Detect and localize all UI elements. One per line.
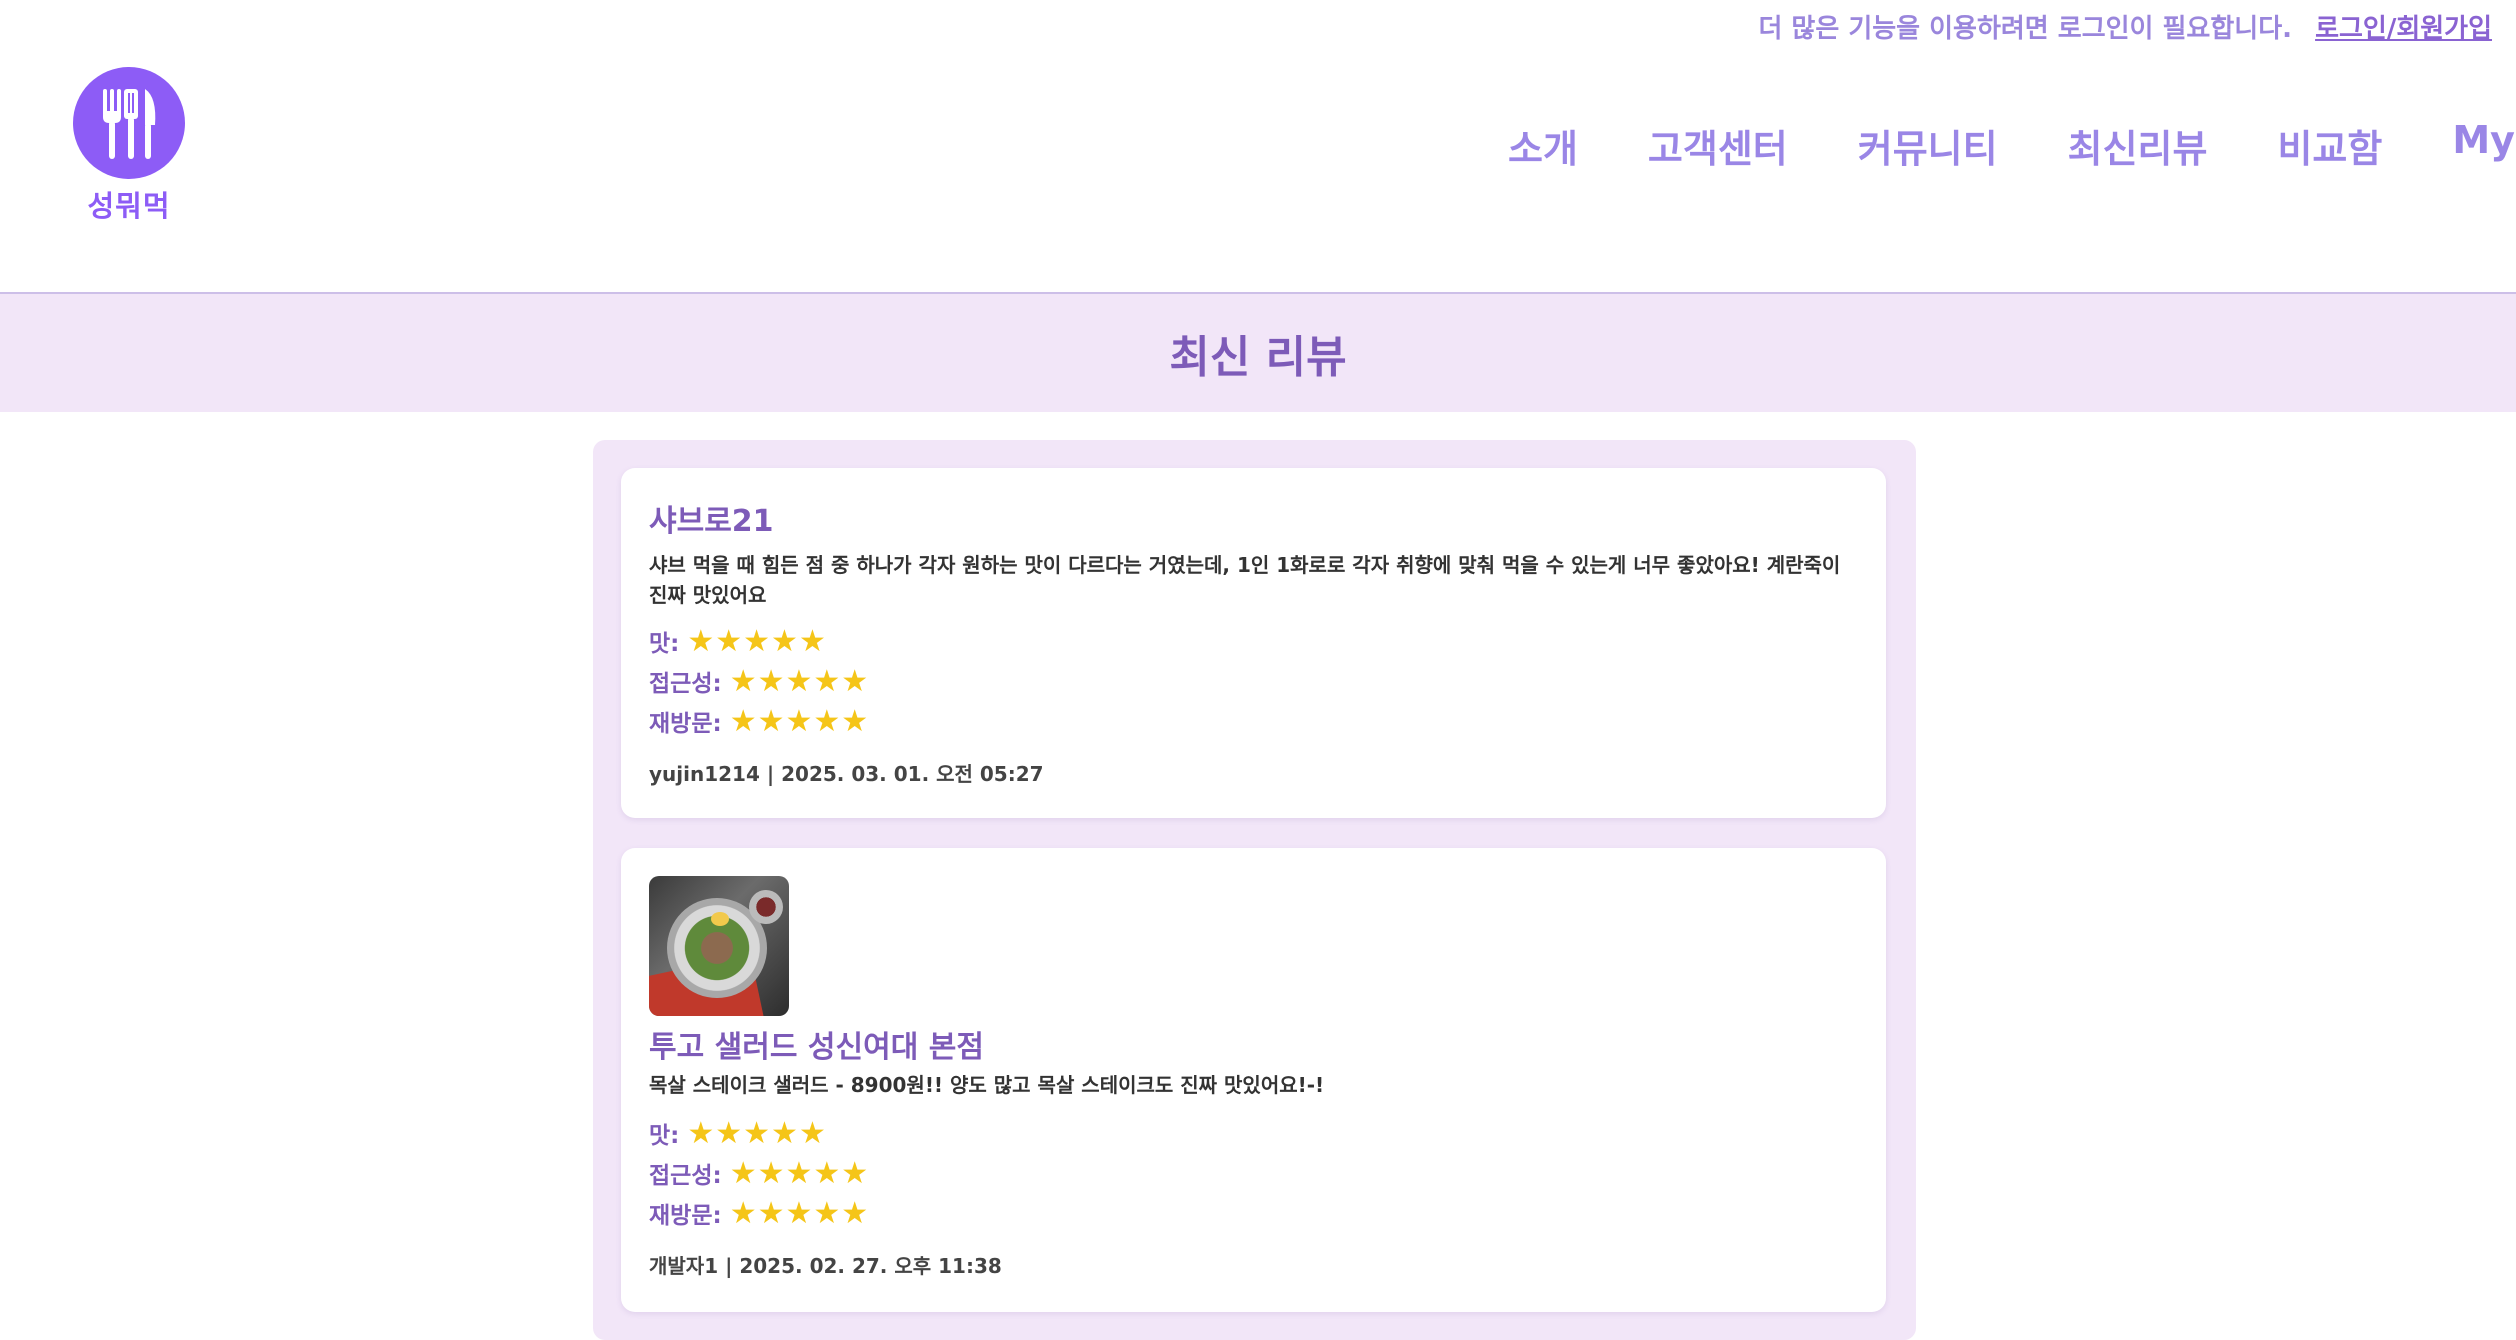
nav-item-latest-reviews[interactable]: 최신리뷰 — [2068, 118, 2208, 173]
star-rating-icon: ★★★★★ — [729, 664, 870, 699]
nav-item-support[interactable]: 고객센터 — [1648, 118, 1788, 173]
rating-label: 재방문: — [649, 1203, 722, 1229]
star-rating-icon: ★★★★★ — [687, 1116, 827, 1151]
rating-revisit: 재방문: ★★★★★ — [649, 1194, 1858, 1234]
nav-item-community[interactable]: 커뮤니티 — [1858, 118, 1998, 173]
store-name[interactable]: 샤브로21 — [649, 496, 1858, 540]
utensils-icon — [73, 67, 185, 179]
logo-text: 성뭐먹 — [87, 189, 171, 223]
page-banner: 최신 리뷰 — [0, 294, 2516, 412]
star-rating-icon: ★★★★★ — [729, 704, 870, 739]
login-notice-bar: 더 많은 기능을 이용하려면 로그인이 필요합니다. 로그인/회원가입 — [1758, 8, 2492, 45]
page-title: 최신 리뷰 — [1169, 332, 1347, 383]
star-rating-icon: ★★★★★ — [729, 1156, 870, 1191]
rating-list: 맛: ★★★★★ 접근성: ★★★★★ 재방문: ★★★★★ — [649, 1114, 1858, 1234]
login-notice-text: 더 많은 기능을 이용하려면 로그인이 필요합니다. — [1758, 14, 2292, 44]
rating-label: 맛: — [649, 631, 680, 657]
login-signup-link[interactable]: 로그인/회원가입 — [2315, 14, 2492, 44]
rating-accessibility: 접근성: ★★★★★ — [649, 1154, 1858, 1194]
nav-item-about[interactable]: 소개 — [1508, 118, 1578, 173]
nav-item-compare[interactable]: 비교함 — [2277, 118, 2382, 173]
rating-label: 재방문: — [649, 711, 722, 737]
site-logo[interactable]: 성뭐먹 — [73, 67, 185, 225]
review-content: 목살 스테이크 샐러드 - 8900원!! 양도 많고 목살 스테이크도 진짜 … — [649, 1073, 1325, 1097]
store-name[interactable]: 투고 샐러드 성신여대 본점 — [649, 1022, 1858, 1066]
review-card: 투고 샐러드 성신여대 본점 목살 스테이크 샐러드 - 8900원!! 양도 … — [621, 848, 1886, 1312]
review-body: 투고 샐러드 성신여대 본점 — [649, 1022, 1858, 1066]
rating-revisit: 재방문: ★★★★★ — [649, 702, 1858, 742]
review-list: 샤브로21 샤브 먹을 때 힘든 점 중 하나가 각자 원하는 맛이 다르다는 … — [593, 440, 1916, 1340]
review-meta: yujin1214 | 2025. 03. 01. 오전 05:27 — [649, 762, 1044, 786]
rating-accessibility: 접근성: ★★★★★ — [649, 662, 1858, 702]
rating-label: 맛: — [649, 1123, 680, 1149]
nav-item-my[interactable]: My — [2452, 118, 2515, 173]
review-body: 샤브로21 — [649, 496, 1858, 540]
star-rating-icon: ★★★★★ — [729, 1196, 870, 1231]
review-content: 샤브 먹을 때 힘든 점 중 하나가 각자 원하는 맛이 다르다는 거였는데, … — [649, 553, 1841, 607]
review-photo-wrap — [649, 876, 1858, 1016]
rating-list: 맛: ★★★★★ 접근성: ★★★★★ 재방문: ★★★★★ — [649, 622, 1858, 742]
salad-photo[interactable] — [649, 876, 789, 1016]
rating-taste: 맛: ★★★★★ — [649, 622, 1858, 662]
rating-taste: 맛: ★★★★★ — [649, 1114, 1858, 1154]
review-card: 샤브로21 샤브 먹을 때 힘든 점 중 하나가 각자 원하는 맛이 다르다는 … — [621, 468, 1886, 818]
star-rating-icon: ★★★★★ — [687, 624, 827, 659]
rating-label: 접근성: — [649, 671, 722, 697]
review-meta: 개발자1 | 2025. 02. 27. 오후 11:38 — [649, 1254, 1002, 1278]
main-nav: 소개 고객센터 커뮤니티 최신리뷰 비교함 My — [1508, 118, 2515, 173]
rating-label: 접근성: — [649, 1163, 722, 1189]
